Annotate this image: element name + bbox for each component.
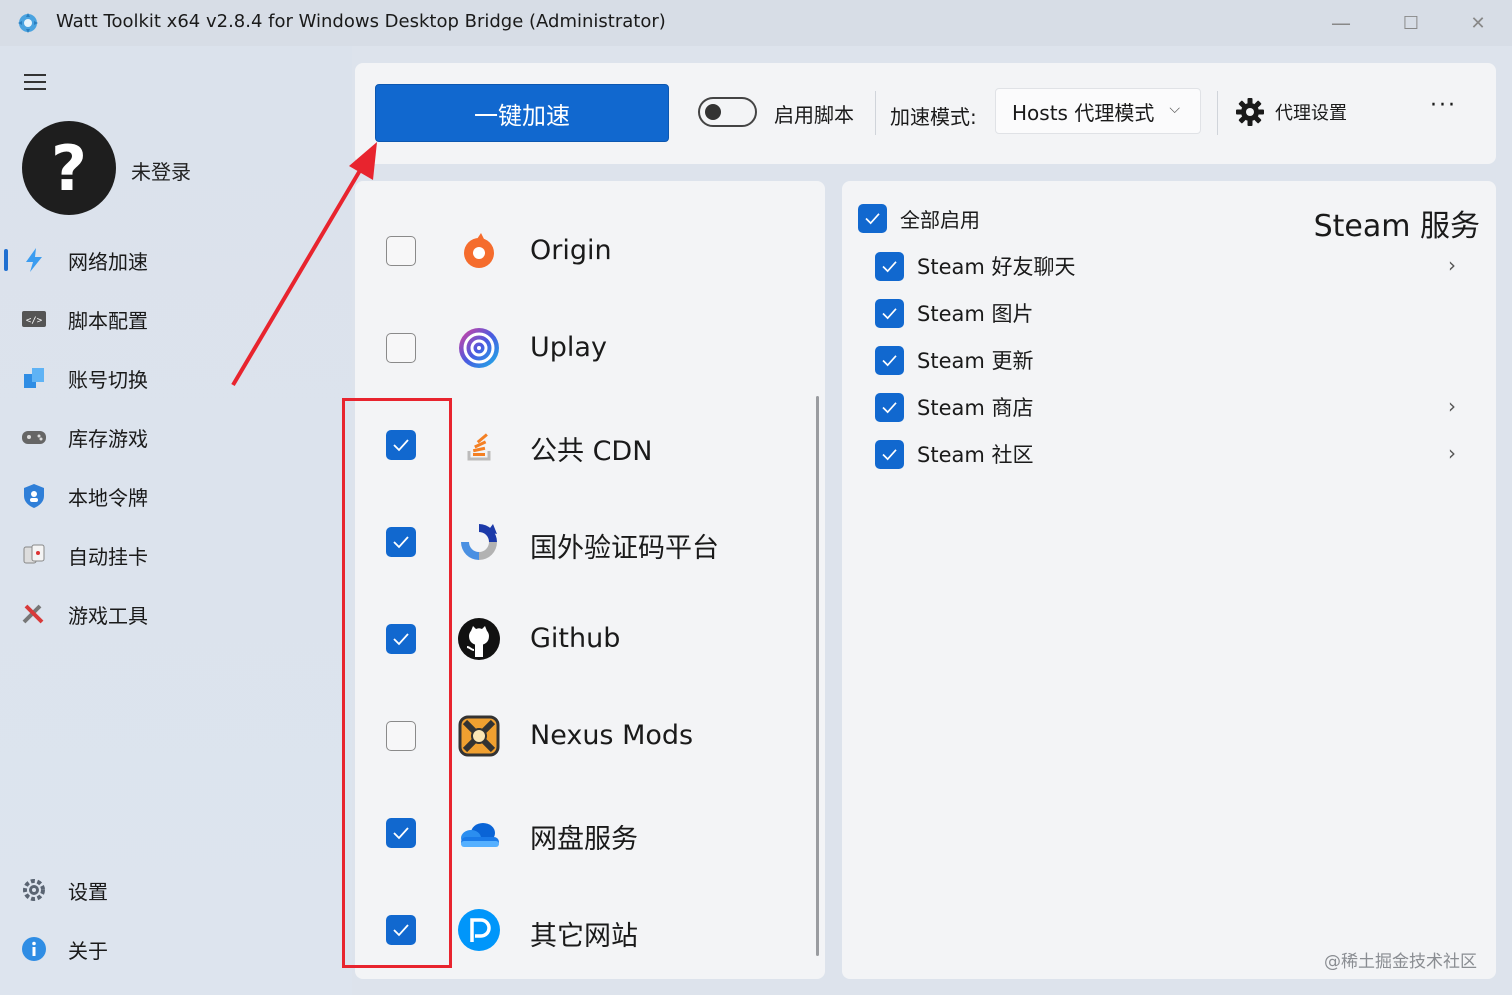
one-click-accelerate-button[interactable]: 一键加速 (375, 84, 669, 142)
github-icon (458, 618, 500, 660)
platform-label: 网盘服务 (530, 824, 638, 855)
watermark: @稀土掘金技术社区 (1324, 952, 1477, 972)
platform-label: 其它网站 (530, 921, 638, 952)
mode-label: 加速模式: (890, 105, 977, 129)
annotation-arrow-icon (231, 142, 377, 387)
service-item[interactable]: Steam 商店 (875, 392, 1033, 422)
list-item[interactable]: Uplay (355, 300, 825, 397)
script-toggle[interactable] (698, 97, 757, 127)
service-label: Steam 社区 (917, 443, 1034, 467)
sidebar-item-label: 网络加速 (68, 249, 148, 274)
platform-label: 国外验证码平台 (530, 533, 719, 564)
info-icon (22, 937, 46, 961)
maximize-button[interactable]: ☐ (1388, 6, 1434, 40)
cloud-icon (461, 823, 499, 847)
platform-checkbox[interactable] (386, 236, 416, 266)
sidebar-item-game-tools[interactable]: 游戏工具 (0, 589, 340, 639)
platform-checkbox[interactable] (386, 333, 416, 363)
nexus-icon (458, 715, 500, 757)
close-button[interactable]: ✕ (1455, 6, 1501, 40)
service-checkbox[interactable] (875, 439, 904, 469)
chevron-right-icon[interactable]: › (1448, 441, 1456, 465)
cdn-icon (467, 433, 491, 461)
annotation-highlight-box (342, 398, 452, 968)
service-checkbox[interactable] (875, 392, 904, 422)
service-item[interactable]: Steam 好友聊天 (875, 251, 1075, 281)
sidebar-item-label: 本地令牌 (68, 485, 148, 510)
minimize-button[interactable]: — (1318, 6, 1364, 40)
service-label: Steam 更新 (917, 349, 1034, 373)
lightning-icon (26, 248, 42, 272)
service-label: Steam 好友聊天 (917, 255, 1076, 279)
code-icon: </> (22, 311, 46, 327)
more-options-icon[interactable]: ··· (1430, 93, 1457, 118)
service-panel-title: Steam 服务 (1313, 209, 1480, 244)
title-bar: Watt Toolkit x64 v2.8.4 for Windows Desk… (0, 0, 1512, 46)
login-status[interactable]: 未登录 (131, 156, 191, 185)
svg-text:</>: </> (26, 316, 43, 326)
mode-select-value: Hosts 代理模式 (1012, 100, 1155, 125)
sidebar-item-label: 游戏工具 (68, 603, 148, 628)
service-checkbox[interactable] (875, 298, 904, 328)
service-checkbox[interactable] (875, 251, 904, 281)
active-indicator (4, 249, 8, 271)
recaptcha-icon (461, 524, 497, 560)
sidebar-item-library-games[interactable]: 库存游戏 (0, 412, 340, 462)
service-panel: Steam 服务 全部启用 Steam 好友聊天 › Steam 图片 Stea… (842, 181, 1496, 979)
tools-icon (22, 604, 44, 624)
uplay-icon (459, 328, 499, 368)
proxy-settings-button[interactable]: 代理设置 (1235, 97, 1347, 127)
divider (875, 91, 876, 135)
gear-icon (23, 879, 45, 901)
switch-icon (24, 368, 44, 388)
toolbar: 一键加速 启用脚本 加速模式: Hosts 代理模式 ⌵ 代理设置 ··· (355, 63, 1496, 164)
avatar[interactable]: ? (22, 121, 116, 215)
sidebar-item-label: 账号切换 (68, 367, 148, 392)
list-item[interactable]: Origin (355, 203, 825, 300)
sidebar-item-about[interactable]: 关于 (0, 924, 340, 974)
chevron-right-icon[interactable]: › (1448, 394, 1456, 418)
gear-icon (1236, 98, 1264, 126)
window-title: Watt Toolkit x64 v2.8.4 for Windows Desk… (56, 11, 666, 32)
service-checkbox[interactable] (875, 345, 904, 375)
chevron-right-icon[interactable]: › (1448, 253, 1456, 277)
toggle-knob (705, 104, 721, 120)
list-scrollbar[interactable] (816, 396, 819, 956)
sidebar-item-label: 脚本配置 (68, 308, 148, 333)
service-label: Steam 商店 (917, 396, 1034, 420)
cards-icon (23, 544, 45, 564)
app-logo-icon (18, 13, 38, 33)
platform-label: Nexus Mods (530, 720, 694, 751)
hamburger-menu-icon[interactable] (24, 74, 46, 90)
chevron-down-icon: ⌵ (1169, 101, 1180, 117)
pixiv-icon (458, 909, 500, 951)
enable-all-row[interactable]: 全部启用 (858, 204, 980, 233)
sidebar-item-settings[interactable]: 设置 (0, 865, 340, 915)
sidebar-item-label: 设置 (68, 879, 108, 904)
service-item[interactable]: Steam 图片 (875, 298, 1033, 328)
sidebar-item-label: 自动挂卡 (68, 544, 148, 569)
gamepad-icon (22, 431, 46, 444)
platform-label: 公共 CDN (530, 436, 653, 467)
platform-label: Uplay (530, 332, 607, 363)
accel-mode-select[interactable]: Hosts 代理模式 ⌵ (995, 88, 1201, 134)
sidebar-item-auto-idle[interactable]: 自动挂卡 (0, 530, 340, 580)
platform-label: Github (530, 623, 621, 654)
shield-icon (24, 484, 44, 508)
service-item[interactable]: Steam 社区 (875, 439, 1033, 469)
sidebar-item-local-token[interactable]: 本地令牌 (0, 471, 340, 521)
origin-icon (464, 233, 494, 268)
enable-all-checkbox[interactable] (858, 204, 887, 233)
service-label: Steam 图片 (917, 302, 1034, 326)
enable-all-label: 全部启用 (900, 208, 980, 232)
proxy-settings-label: 代理设置 (1275, 103, 1347, 124)
sidebar-item-label: 库存游戏 (68, 426, 148, 451)
divider (1217, 91, 1218, 135)
script-toggle-label: 启用脚本 (774, 103, 854, 127)
service-item[interactable]: Steam 更新 (875, 345, 1033, 375)
platform-label: Origin (530, 235, 612, 266)
sidebar-item-label: 关于 (68, 938, 108, 963)
